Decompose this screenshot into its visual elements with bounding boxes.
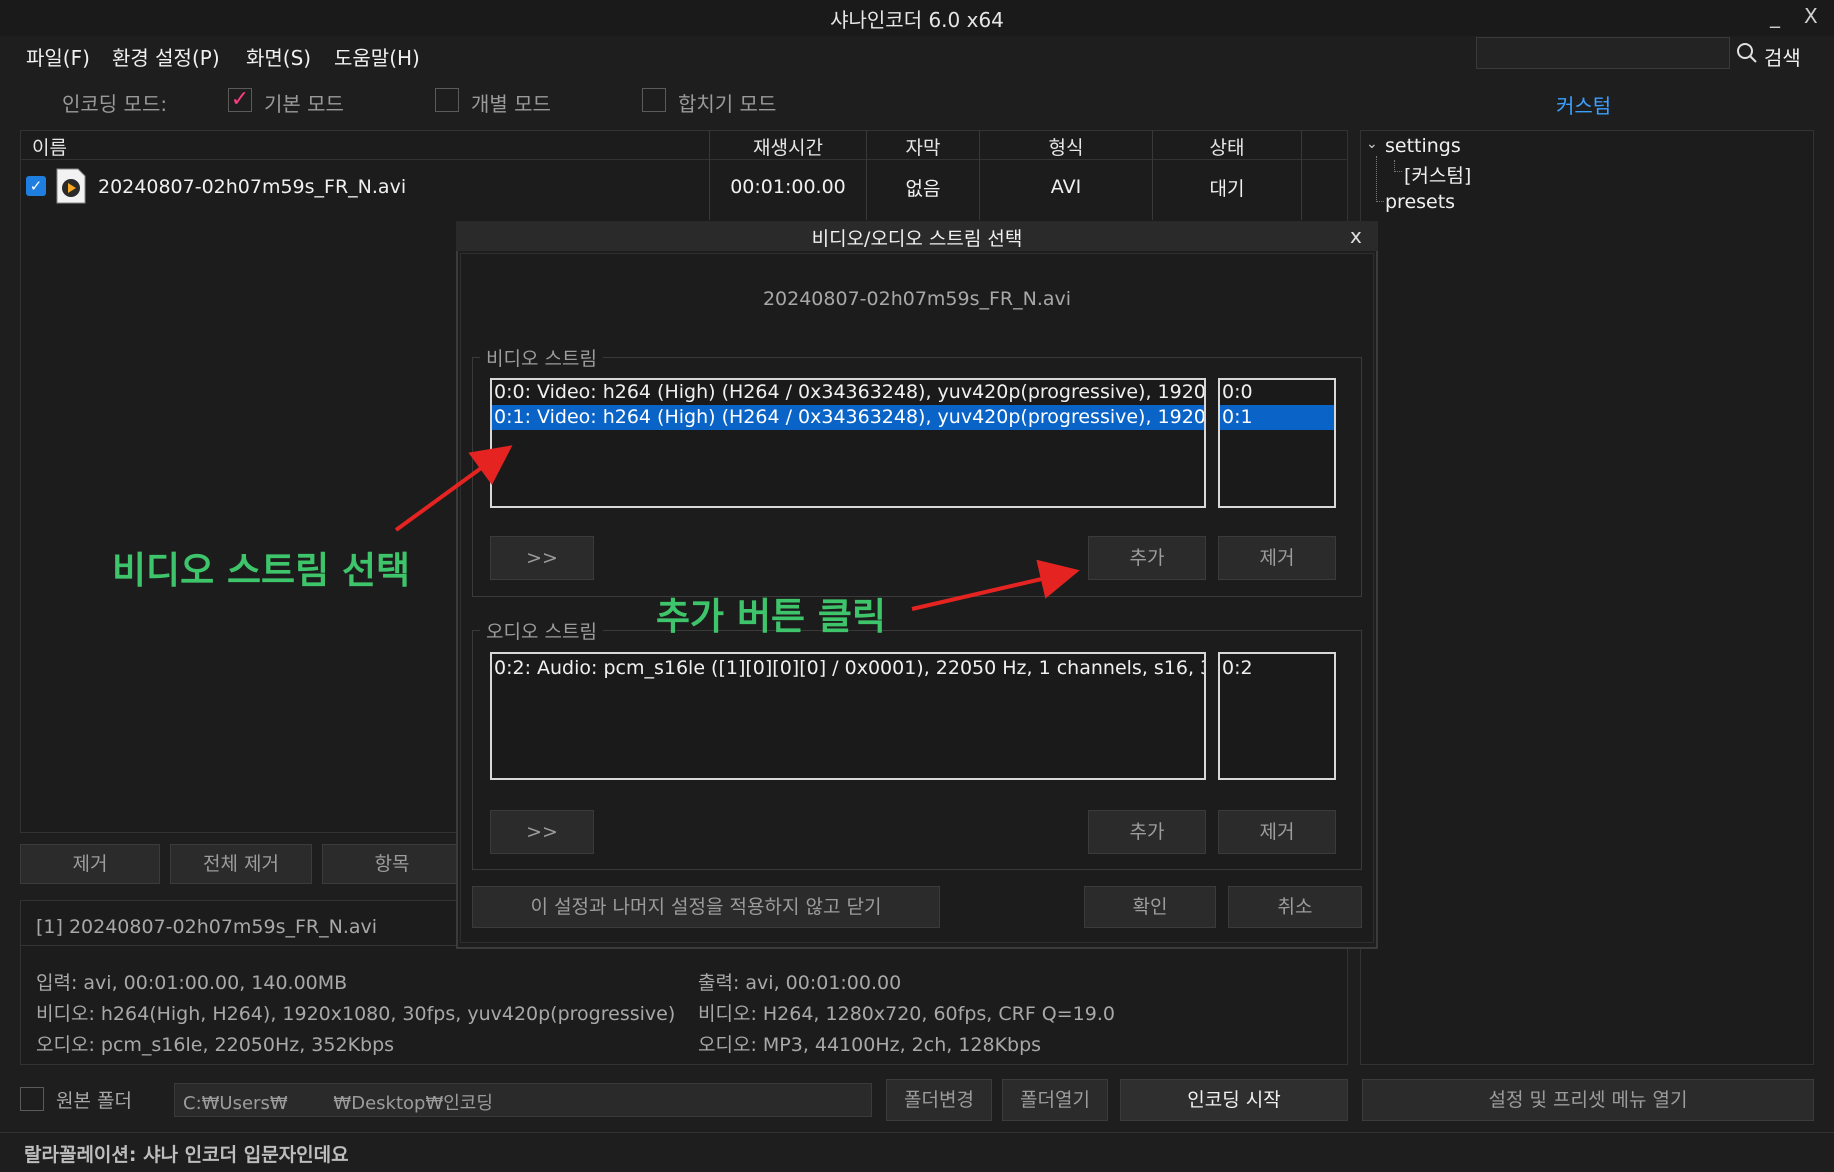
individual-mode-label: 개별 모드 [471,92,551,116]
change-folder-button[interactable]: 폴더변경 [886,1079,992,1121]
video-move-button[interactable]: >> [490,536,594,580]
merge-mode-label: 합치기 모드 [678,92,777,116]
video-group-label: 비디오 스트림 [480,344,603,371]
source-folder-label: 원본 폴더 [56,1090,132,1112]
info-file-line: [1] 20240807-02h07m59s_FR_N.avi [36,916,378,938]
list-item[interactable]: 0:1 [1220,405,1334,430]
audio-stream-list[interactable]: 0:2: Audio: pcm_s16le ([1][0][0][0] / 0x… [490,652,1206,780]
video-add-button[interactable]: 추가 [1088,536,1206,580]
open-folder-button[interactable]: 폴더열기 [1002,1079,1108,1121]
dialog-filename: 20240807-02h07m59s_FR_N.avi [762,288,1072,310]
skip-close-button[interactable]: 이 설정과 나머지 설정을 적용하지 않고 닫기 [472,886,940,928]
file-format: AVI [1050,176,1082,198]
search-input[interactable] [1476,37,1730,69]
individual-mode-checkbox[interactable] [435,88,459,112]
basic-mode-checkbox[interactable]: ✓ [228,88,252,112]
custom-preset-label[interactable]: 커스텀 [1556,90,1611,119]
file-subtitle: 없음 [905,178,941,200]
info-input: 입력: avi, 00:01:00.00, 140.00MB [36,972,348,994]
list-item[interactable]: 0:0: Video: h264 (High) (H264 / 0x343632… [492,380,1204,405]
file-status: 대기 [1209,178,1245,200]
col-header-subtitle[interactable]: 자막 [867,133,979,163]
remove-all-button[interactable]: 전체 제거 [170,844,312,884]
selected-audio-list[interactable]: 0:2 [1218,652,1336,780]
annotation-select-video: 비디오 스트림 선택 [112,549,411,592]
output-path-field[interactable]: C:₩Users₩ ₩Desktop₩인코딩 [174,1083,872,1117]
menu-preferences[interactable]: 환경 설정(P) [112,42,220,71]
check-icon: ✓ [230,87,250,112]
col-header-name[interactable]: 이름 [32,133,67,163]
open-preset-menu-button[interactable]: 설정 및 프리셋 메뉴 열기 [1362,1079,1814,1121]
merge-mode-checkbox[interactable] [642,88,666,112]
tree-line [1394,160,1402,172]
info-output: 출력: avi, 00:01:00.00 [698,972,902,994]
tree-node-settings[interactable]: settings [1385,135,1461,157]
tree-node-presets[interactable]: presets [1385,191,1455,213]
audio-add-button[interactable]: 추가 [1088,810,1206,854]
file-duration: 00:01:00.00 [730,176,846,198]
source-folder-checkbox[interactable] [20,1087,44,1111]
audio-move-button[interactable]: >> [490,810,594,854]
tree-line [1376,190,1384,202]
menu-view[interactable]: 화면(S) [246,42,311,71]
chevron-down-icon[interactable]: ⌄ [1366,136,1378,152]
ok-button[interactable]: 확인 [1084,886,1216,928]
list-item[interactable]: 0:2 [1220,656,1334,681]
tree-node-custom[interactable]: [커스텀] [1404,161,1471,188]
basic-mode-label: 기본 모드 [264,92,344,116]
info-input-video: 비디오: h264(High, H264), 1920x1080, 30fps,… [36,1003,676,1025]
audio-group-label: 오디오 스트림 [480,617,603,644]
info-output-audio: 오디오: MP3, 44100Hz, 2ch, 128Kbps [698,1034,1042,1056]
video-remove-button[interactable]: 제거 [1218,536,1336,580]
remove-button[interactable]: 제거 [20,844,160,884]
col-header-duration[interactable]: 재생시간 [710,133,866,163]
close-button[interactable]: X [1804,4,1818,28]
audio-remove-button[interactable]: 제거 [1218,810,1336,854]
menu-help[interactable]: 도움말(H) [334,42,420,71]
status-text: 랄라꼴레이션: 샤나 인코더 입문자인데요 [24,1144,349,1166]
file-name: 20240807-02h07m59s_FR_N.avi [98,176,407,198]
video-stream-list[interactable]: 0:0: Video: h264 (High) (H264 / 0x343632… [490,378,1206,508]
list-item[interactable]: 0:0 [1220,380,1334,405]
preset-tree-panel [1360,130,1814,1065]
list-item[interactable]: 0:2: Audio: pcm_s16le ([1][0][0][0] / 0x… [492,656,1204,681]
dialog-close-button[interactable]: x [1350,224,1362,248]
annotation-click-add: 추가 버튼 클릭 [656,595,887,638]
search-icon[interactable] [1736,42,1758,64]
encoding-mode-label: 인코딩 모드: [62,92,168,116]
menu-file[interactable]: 파일(F) [26,42,90,71]
list-item[interactable]: 0:1: Video: h264 (High) (H264 / 0x343632… [492,405,1204,430]
info-output-video: 비디오: H264, 1280x720, 60fps, CRF Q=19.0 [698,1003,1115,1025]
row-checkbox[interactable]: ✓ [26,176,46,196]
dialog-title: 비디오/오디오 스트림 선택 [811,228,1023,250]
selected-video-list[interactable]: 0:0 0:1 [1218,378,1336,508]
search-label[interactable]: 검색 [1764,42,1801,71]
item-button[interactable]: 항목 [322,844,462,884]
info-input-audio: 오디오: pcm_s16le, 22050Hz, 352Kbps [36,1034,395,1056]
video-file-icon [56,168,86,204]
start-encoding-button[interactable]: 인코딩 시작 [1120,1079,1348,1121]
col-header-format[interactable]: 형식 [980,133,1152,163]
minimize-button[interactable]: _ [1770,4,1780,28]
cancel-button[interactable]: 취소 [1228,886,1362,928]
col-header-status[interactable]: 상태 [1153,133,1301,163]
window-title: 샤나인코더 6.0 x64 [830,8,1004,32]
